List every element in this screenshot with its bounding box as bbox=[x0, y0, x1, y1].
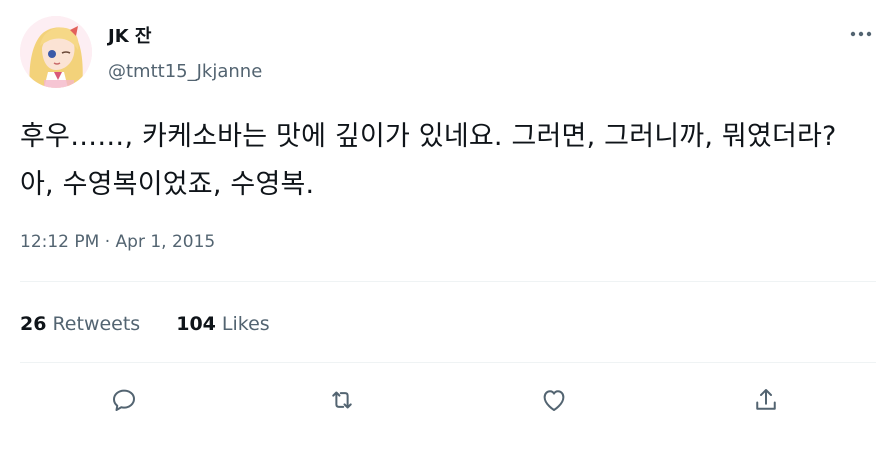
avatar-image bbox=[20, 16, 92, 88]
like-icon bbox=[543, 390, 565, 411]
more-icon bbox=[850, 31, 872, 37]
retweets-stat[interactable]: 26 Retweets bbox=[20, 312, 140, 336]
share-icon bbox=[756, 389, 776, 410]
retweets-count: 26 bbox=[20, 313, 47, 335]
avatar[interactable] bbox=[20, 16, 92, 88]
retweet-icon bbox=[332, 391, 352, 409]
tweet-text: 후우……, 카케소바는 맛에 깊이가 있네요. 그러면, 그러니까, 뭐였더라?… bbox=[20, 121, 837, 200]
share-button[interactable] bbox=[750, 384, 782, 416]
retweet-button[interactable] bbox=[326, 384, 358, 416]
reply-icon bbox=[113, 389, 135, 411]
likes-count: 104 bbox=[176, 313, 216, 335]
author-handle[interactable]: @tmtt15_Jkjanne bbox=[108, 61, 262, 83]
tweet-card: JK 잔 @tmtt15_Jkjanne 후우……, 카케소바는 맛에 깊이가 … bbox=[0, 0, 894, 454]
tweet-stats: 26 Retweets 104 Likes bbox=[20, 312, 270, 336]
more-button[interactable] bbox=[846, 22, 876, 46]
author-display-name[interactable]: JK 잔 bbox=[108, 26, 151, 48]
likes-stat[interactable]: 104 Likes bbox=[176, 312, 269, 336]
divider-bottom bbox=[20, 362, 876, 363]
reply-button[interactable] bbox=[108, 384, 140, 416]
tweet-timestamp[interactable]: 12:12 PM · Apr 1, 2015 bbox=[20, 231, 215, 253]
likes-label: Likes bbox=[221, 313, 270, 335]
divider-top bbox=[20, 281, 876, 282]
retweets-label: Retweets bbox=[52, 313, 141, 335]
like-button[interactable] bbox=[538, 384, 570, 416]
